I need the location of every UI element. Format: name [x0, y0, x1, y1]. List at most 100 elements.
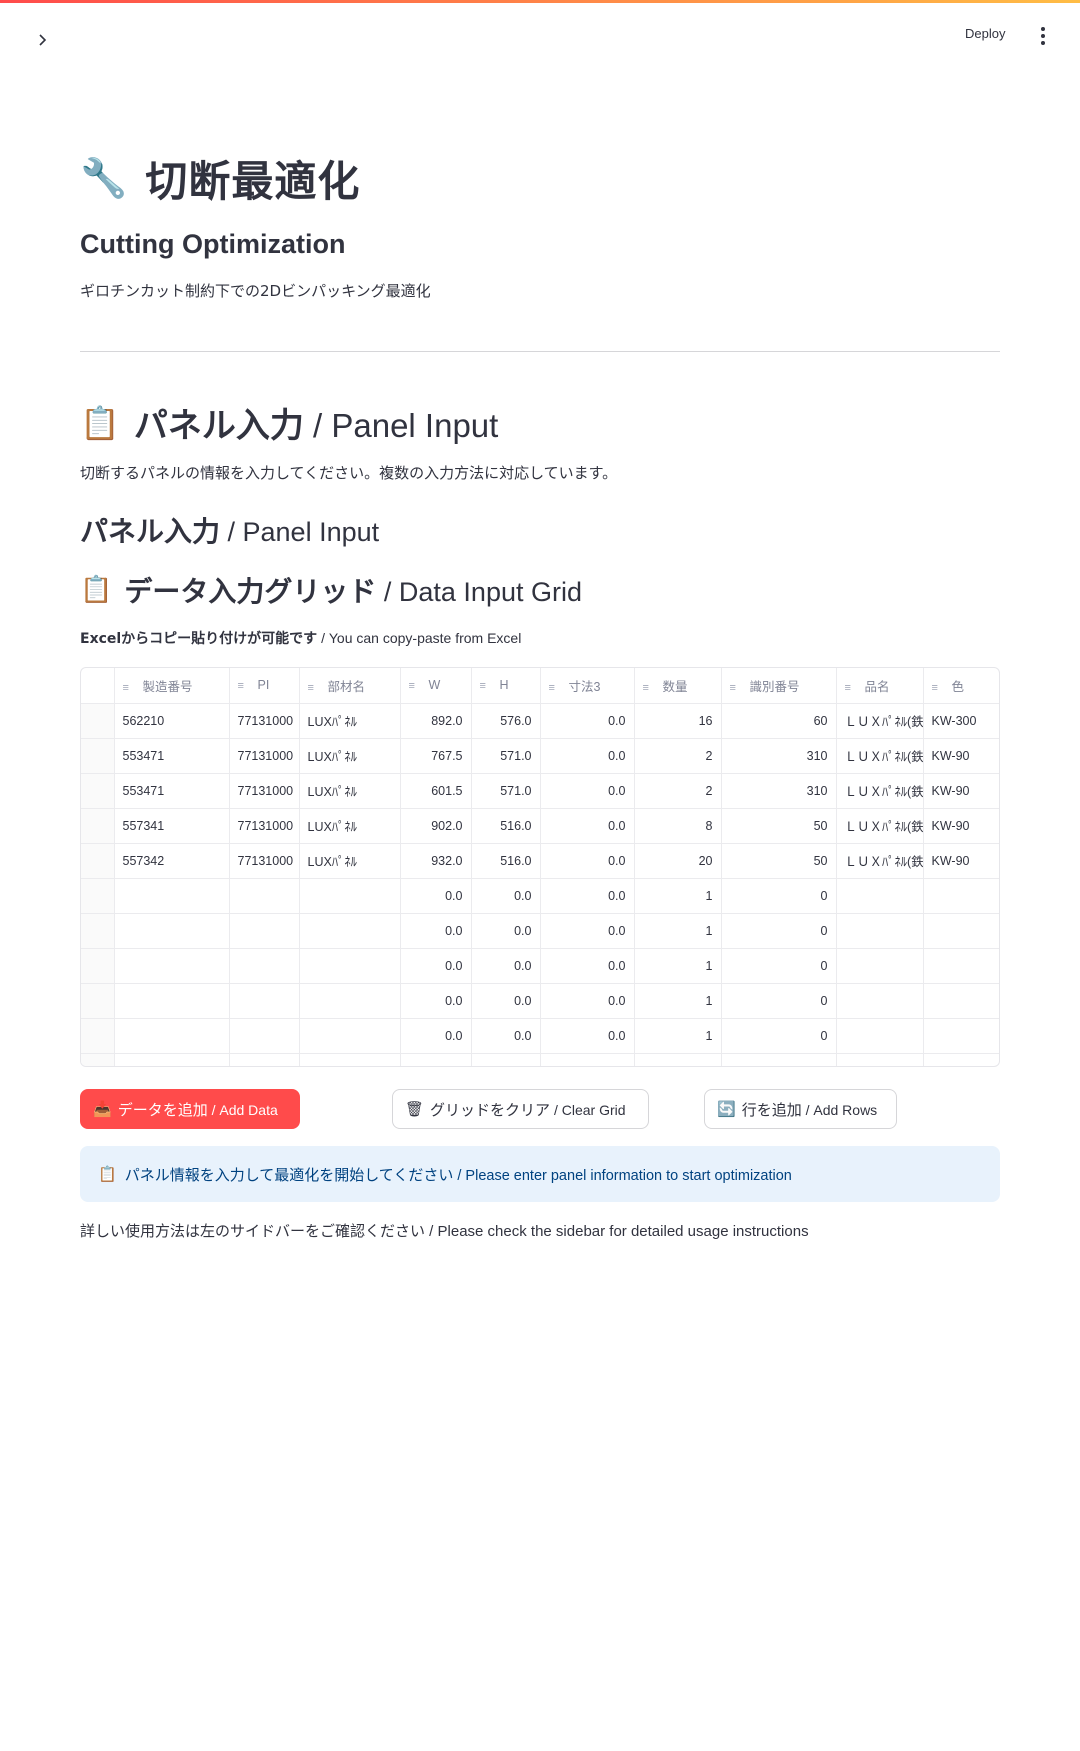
table-cell[interactable]: ＬＵＸﾊﾟﾈﾙ(鉄: [836, 773, 924, 809]
table-cell[interactable]: ＬＵＸﾊﾟﾈﾙ(鉄: [836, 738, 924, 774]
table-cell[interactable]: 0.0: [400, 948, 472, 984]
table-cell[interactable]: 2: [634, 773, 722, 809]
table-cell[interactable]: [299, 913, 401, 949]
table-cell[interactable]: 0.0: [540, 808, 635, 844]
row-index-cell[interactable]: [81, 738, 115, 774]
table-cell[interactable]: 902.0: [400, 808, 472, 844]
table-cell[interactable]: [114, 1018, 230, 1054]
table-cell[interactable]: 50: [721, 843, 837, 879]
table-cell[interactable]: 516.0: [471, 843, 541, 879]
table-cell[interactable]: KW-300: [923, 703, 999, 739]
table-cell[interactable]: 576.0: [471, 703, 541, 739]
table-cell[interactable]: 601.5: [400, 773, 472, 809]
table-cell[interactable]: 0.0: [540, 913, 635, 949]
table-cell[interactable]: 0.0: [540, 983, 635, 1019]
table-cell[interactable]: 557341: [114, 808, 230, 844]
table-cell[interactable]: 516.0: [471, 808, 541, 844]
table-cell[interactable]: LUXﾊﾟﾈﾙ: [299, 703, 401, 739]
table-cell[interactable]: 0.0: [471, 878, 541, 914]
table-cell[interactable]: [923, 948, 999, 984]
table-cell[interactable]: [114, 983, 230, 1019]
add-data-button[interactable]: 📥 データを追加 / Add Data: [80, 1089, 300, 1129]
table-cell[interactable]: 0.0: [540, 703, 635, 739]
table-cell[interactable]: [923, 878, 999, 914]
row-index-cell[interactable]: [81, 808, 115, 844]
more-vertical-icon[interactable]: [1035, 26, 1051, 46]
table-cell[interactable]: [299, 983, 401, 1019]
table-cell[interactable]: 0.0: [471, 1018, 541, 1054]
column-header[interactable]: ≡ W: [400, 668, 472, 704]
table-row[interactable]: 0.0 0.0 0.0 1 0: [81, 948, 999, 984]
table-cell[interactable]: 0.0: [540, 773, 635, 809]
table-cell[interactable]: 0: [721, 878, 837, 914]
table-cell[interactable]: 0: [721, 983, 837, 1019]
table-cell[interactable]: [836, 878, 924, 914]
table-cell[interactable]: [229, 878, 300, 914]
table-row[interactable]: 562210 77131000 LUXﾊﾟﾈﾙ 892.0 576.0 0.0 16 60 ＬＵ…: [81, 703, 999, 739]
table-cell[interactable]: 0.0: [471, 913, 541, 949]
clear-grid-button[interactable]: 🗑 グリッドをクリア / Clear Grid: [392, 1089, 649, 1129]
table-cell[interactable]: 0.0: [540, 738, 635, 774]
table-cell[interactable]: 0.0: [540, 878, 635, 914]
table-cell[interactable]: LUXﾊﾟﾈﾙ: [299, 843, 401, 879]
table-cell[interactable]: 0.0: [540, 948, 635, 984]
table-row[interactable]: 0.0 0.0 0.0 1 0: [81, 878, 999, 914]
deploy-button[interactable]: Deploy: [965, 26, 1005, 48]
table-row[interactable]: 553471 77131000 LUXﾊﾟﾈﾙ 601.5 571.0 0.0 2 310 ＬＵ…: [81, 773, 999, 809]
table-cell[interactable]: 0: [721, 948, 837, 984]
table-cell[interactable]: 310: [721, 738, 837, 774]
table-cell[interactable]: 77131000: [229, 843, 300, 879]
row-index-cell[interactable]: [81, 913, 115, 949]
table-cell[interactable]: 77131000: [229, 808, 300, 844]
table-cell[interactable]: 77131000: [229, 773, 300, 809]
table-cell[interactable]: 77131000: [229, 703, 300, 739]
table-cell[interactable]: 562210: [114, 703, 230, 739]
row-index-cell[interactable]: [81, 948, 115, 984]
table-cell[interactable]: [923, 983, 999, 1019]
table-cell[interactable]: 310: [721, 773, 837, 809]
table-row[interactable]: 0.0 0.0 0.0 1 0: [81, 983, 999, 1019]
table-cell[interactable]: 557342: [114, 843, 230, 879]
table-cell[interactable]: 0.0: [471, 948, 541, 984]
data-table[interactable]: ≡ 製造番号 ≡ PI ≡ 部材名 ≡ W ≡ H ≡ 寸法3 ≡ 数量 ≡ 識別番号 ≡ 品名 ≡ 色 562210…: [81, 668, 999, 1066]
table-cell[interactable]: 0: [721, 913, 837, 949]
table-cell[interactable]: [299, 1018, 401, 1054]
table-cell[interactable]: 1: [634, 1018, 722, 1054]
table-cell[interactable]: 77131000: [229, 738, 300, 774]
table-cell[interactable]: 892.0: [400, 703, 472, 739]
table-cell[interactable]: 1: [634, 913, 722, 949]
table-cell[interactable]: 553471: [114, 773, 230, 809]
table-cell[interactable]: [923, 913, 999, 949]
table-cell[interactable]: [836, 948, 924, 984]
table-cell[interactable]: [114, 948, 230, 984]
table-cell[interactable]: 571.0: [471, 773, 541, 809]
table-cell[interactable]: 553471: [114, 738, 230, 774]
table-cell[interactable]: 0.0: [400, 983, 472, 1019]
table-cell[interactable]: KW-90: [923, 738, 999, 774]
table-row[interactable]: 0.0 0.0 0.0 1 0: [81, 1018, 999, 1054]
row-index-cell[interactable]: [81, 843, 115, 879]
table-cell[interactable]: [229, 913, 300, 949]
table-cell[interactable]: 2: [634, 738, 722, 774]
column-header[interactable]: ≡ 寸法3: [540, 668, 635, 704]
table-cell[interactable]: 0.0: [400, 878, 472, 914]
table-cell[interactable]: KW-90: [923, 773, 999, 809]
table-cell[interactable]: 0.0: [400, 1018, 472, 1054]
table-cell[interactable]: 0.0: [471, 983, 541, 1019]
row-index-cell[interactable]: [81, 983, 115, 1019]
table-cell[interactable]: LUXﾊﾟﾈﾙ: [299, 808, 401, 844]
table-cell[interactable]: 50: [721, 808, 837, 844]
table-row[interactable]: 0.0 0.0 0.0 1 0: [81, 913, 999, 949]
table-cell[interactable]: ＬＵＸﾊﾟﾈﾙ(鉄: [836, 808, 924, 844]
table-cell[interactable]: [836, 913, 924, 949]
table-cell[interactable]: [923, 1018, 999, 1054]
table-cell[interactable]: [836, 1018, 924, 1054]
table-cell[interactable]: [229, 983, 300, 1019]
table-cell[interactable]: 8: [634, 808, 722, 844]
column-header[interactable]: ≡ H: [471, 668, 541, 704]
data-editor-grid[interactable]: ≡ 製造番号 ≡ PI ≡ 部材名 ≡ W ≡ H ≡ 寸法3 ≡ 数量 ≡ 識別番号 ≡ 品名 ≡ 色 562210…: [80, 667, 1000, 1067]
column-header[interactable]: ≡ 部材名: [299, 668, 401, 704]
table-cell[interactable]: 1: [634, 983, 722, 1019]
column-header[interactable]: ≡ PI: [229, 668, 300, 704]
table-cell[interactable]: [229, 948, 300, 984]
